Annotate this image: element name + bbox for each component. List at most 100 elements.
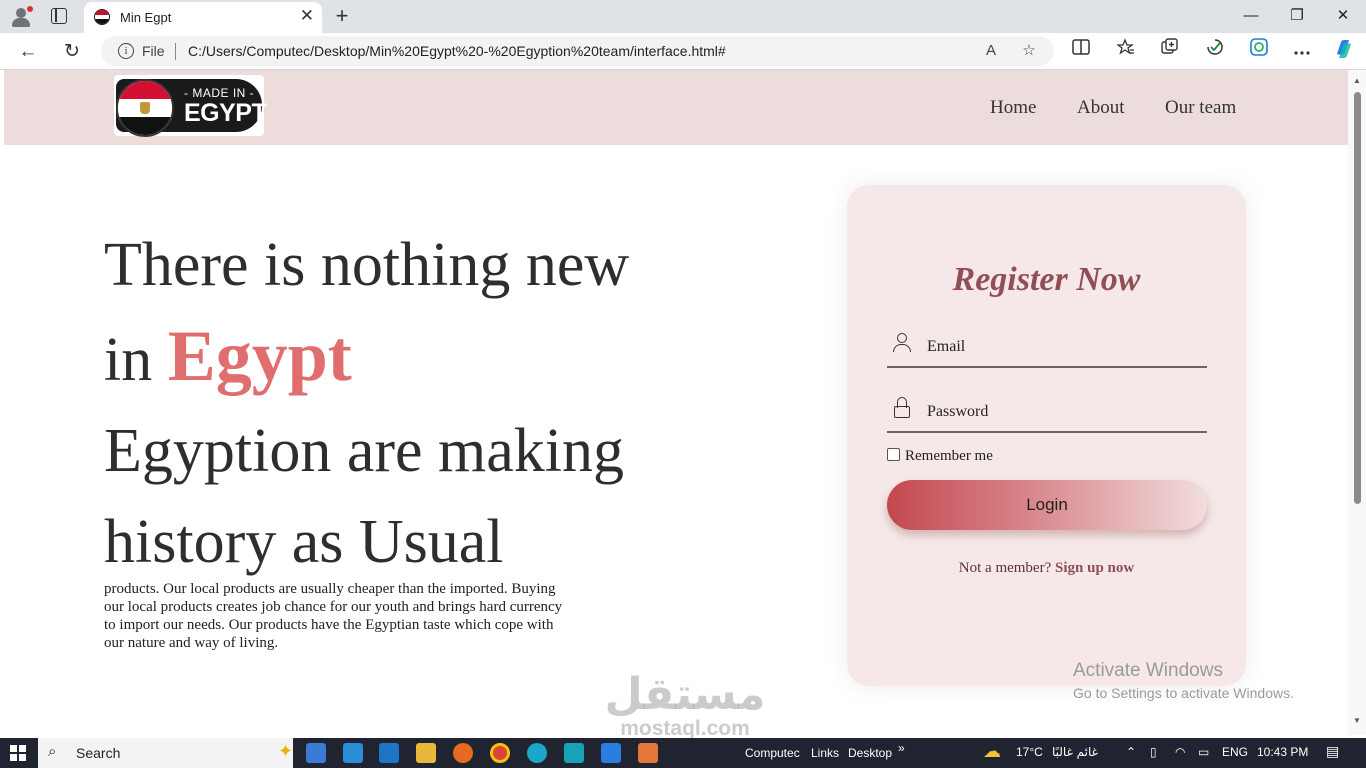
nav-our-team[interactable]: Our team: [1165, 97, 1236, 119]
favorite-star-icon[interactable]: ☆: [1017, 40, 1041, 62]
logo-egypt-text: EGYPT: [184, 99, 267, 127]
egypt-flag-favicon-icon: [94, 9, 110, 25]
favorites-icon[interactable]: [1113, 38, 1139, 64]
copilot-icon[interactable]: [1331, 38, 1357, 64]
hero-line-2-prefix: in: [104, 326, 168, 394]
edge-extension-icon[interactable]: [1246, 38, 1272, 64]
email-field[interactable]: Email: [887, 328, 1207, 368]
notifications-icon[interactable]: ▤: [1326, 743, 1339, 760]
hero-accent-word: Egypt: [167, 316, 352, 396]
scroll-up-icon[interactable]: ▲: [1353, 76, 1361, 85]
activate-windows-subtitle: Go to Settings to activate Windows.: [1073, 685, 1294, 701]
hero-paragraph: products. Our local products are usually…: [104, 581, 563, 651]
mostaql-watermark: مستقل mostaql.com: [600, 672, 770, 740]
remember-me-checkbox[interactable]: Remember me: [887, 448, 993, 465]
reload-icon[interactable]: ↻: [59, 39, 85, 65]
nav-about[interactable]: About: [1077, 97, 1125, 119]
tray-chevron-icon[interactable]: ⌃: [1126, 745, 1136, 759]
wifi-icon[interactable]: ◠: [1175, 745, 1185, 759]
search-highlight-icon: ✦: [278, 741, 294, 761]
back-icon[interactable]: ←: [15, 39, 41, 65]
watermark-english: mostaql.com: [620, 717, 750, 740]
logo-made-in-text: - MADE IN -: [184, 86, 255, 100]
signup-link[interactable]: Sign up now: [1055, 560, 1134, 576]
toolbar-links[interactable]: Links: [811, 746, 839, 760]
browser-tab[interactable]: Min Egpt ✕: [84, 2, 322, 33]
checkbox-box[interactable]: [887, 448, 900, 461]
scrollbar-thumb[interactable]: [1354, 92, 1361, 504]
taskbar-search-label: Search: [76, 745, 121, 761]
browser-essentials-icon[interactable]: [1202, 38, 1228, 64]
password-label: Password: [927, 403, 989, 420]
close-tab-icon[interactable]: ✕: [300, 7, 314, 25]
info-icon[interactable]: i: [118, 43, 134, 59]
activate-windows-notice: Activate Windows Go to Settings to activ…: [1073, 660, 1294, 701]
egypt-flag-icon: [116, 79, 174, 137]
weather-icon[interactable]: ☁: [983, 741, 1001, 762]
remember-me-label: Remember me: [905, 448, 993, 464]
tray-device-icon[interactable]: ▯: [1150, 745, 1157, 759]
signup-prefix: Not a member?: [958, 560, 1052, 576]
browser-tab-bar: Min Egpt ✕ + — ❐ ✕: [0, 0, 1366, 33]
language-indicator[interactable]: ENG: [1222, 745, 1248, 759]
login-button[interactable]: Login: [887, 480, 1207, 530]
temperature[interactable]: 17°C: [1016, 745, 1043, 759]
hero-line-4: history as Usual: [104, 508, 504, 576]
minimize-button[interactable]: —: [1228, 3, 1274, 29]
logo-badge: - MADE IN - EGYPT: [116, 79, 267, 137]
search-icon: ⌕: [48, 743, 57, 760]
nav-home[interactable]: Home: [990, 97, 1036, 119]
collections-icon[interactable]: [1157, 38, 1183, 64]
activate-windows-title: Activate Windows: [1073, 660, 1223, 681]
profile-icon[interactable]: [8, 4, 34, 28]
windows-start-icon[interactable]: [10, 745, 26, 761]
store-app-icon[interactable]: [343, 743, 363, 763]
dev-app-icon[interactable]: [564, 743, 584, 763]
xampp-icon[interactable]: [638, 743, 658, 763]
hero-line-3: Egyption are making: [104, 417, 624, 485]
mail-app-icon[interactable]: [379, 743, 399, 763]
address-separator: [175, 43, 176, 60]
url-text[interactable]: C:/Users/Computec/Desktop/Min%20Egypt%20…: [188, 43, 726, 59]
page-viewport: - MADE IN - EGYPT Home About Our team Th…: [4, 70, 1348, 735]
toolbar-desktop[interactable]: Desktop: [848, 746, 892, 760]
split-screen-icon[interactable]: [1068, 38, 1094, 64]
chrome-icon[interactable]: [490, 743, 510, 763]
restore-button[interactable]: ❐: [1274, 3, 1320, 29]
hero-heading: There is nothing new in Egypt Egyption a…: [104, 220, 724, 588]
site-header: - MADE IN - EGYPT Home About Our team: [4, 70, 1348, 145]
signup-prompt: Not a member? Sign up now: [847, 560, 1246, 577]
task-view-app-icon[interactable]: [306, 743, 326, 763]
file-explorer-icon[interactable]: [416, 743, 436, 763]
hero-line-1: There is nothing new: [104, 231, 630, 299]
lock-icon: [893, 397, 911, 419]
taskbar-search[interactable]: ⌕ Search ✦: [38, 738, 293, 768]
tab-actions-icon[interactable]: [51, 8, 67, 24]
more-menu-icon[interactable]: [1289, 38, 1315, 64]
email-label: Email: [927, 338, 966, 355]
hero-line-2: in Egypt: [104, 311, 724, 406]
toolbar-chevron-icon[interactable]: »: [898, 741, 905, 755]
windows-taskbar: ⌕ Search ✦ Computec Links Desktop » ☁ 17…: [0, 738, 1366, 768]
firefox-icon[interactable]: [453, 743, 473, 763]
vscode-icon[interactable]: [601, 743, 621, 763]
battery-icon[interactable]: ▭: [1198, 745, 1209, 759]
register-title: Register Now: [952, 261, 1141, 298]
tab-title: Min Egpt: [120, 10, 172, 25]
register-card: Register Now Email Password Remember me …: [847, 185, 1246, 686]
user-icon: [893, 332, 911, 354]
password-field[interactable]: Password: [887, 393, 1207, 433]
made-in-egypt-logo[interactable]: - MADE IN - EGYPT: [114, 75, 267, 137]
clock-time[interactable]: 10:43 PM: [1257, 745, 1308, 759]
weather-text[interactable]: غائم غالبًا: [1052, 745, 1098, 759]
close-window-button[interactable]: ✕: [1320, 3, 1366, 29]
address-bar[interactable]: i File C:/Users/Computec/Desktop/Min%20E…: [101, 36, 1054, 66]
new-tab-button[interactable]: +: [330, 3, 354, 29]
toolbar-computec[interactable]: Computec: [745, 746, 800, 760]
scroll-down-icon[interactable]: ▼: [1353, 716, 1361, 725]
page-scrollbar[interactable]: ▲ ▼: [1348, 70, 1366, 735]
read-aloud-icon[interactable]: A: [979, 40, 1003, 62]
address-toolbar: ← ↻ i File C:/Users/Computec/Desktop/Min…: [0, 33, 1366, 70]
file-label: File: [142, 43, 165, 59]
edge-taskbar-icon[interactable]: [527, 743, 547, 763]
